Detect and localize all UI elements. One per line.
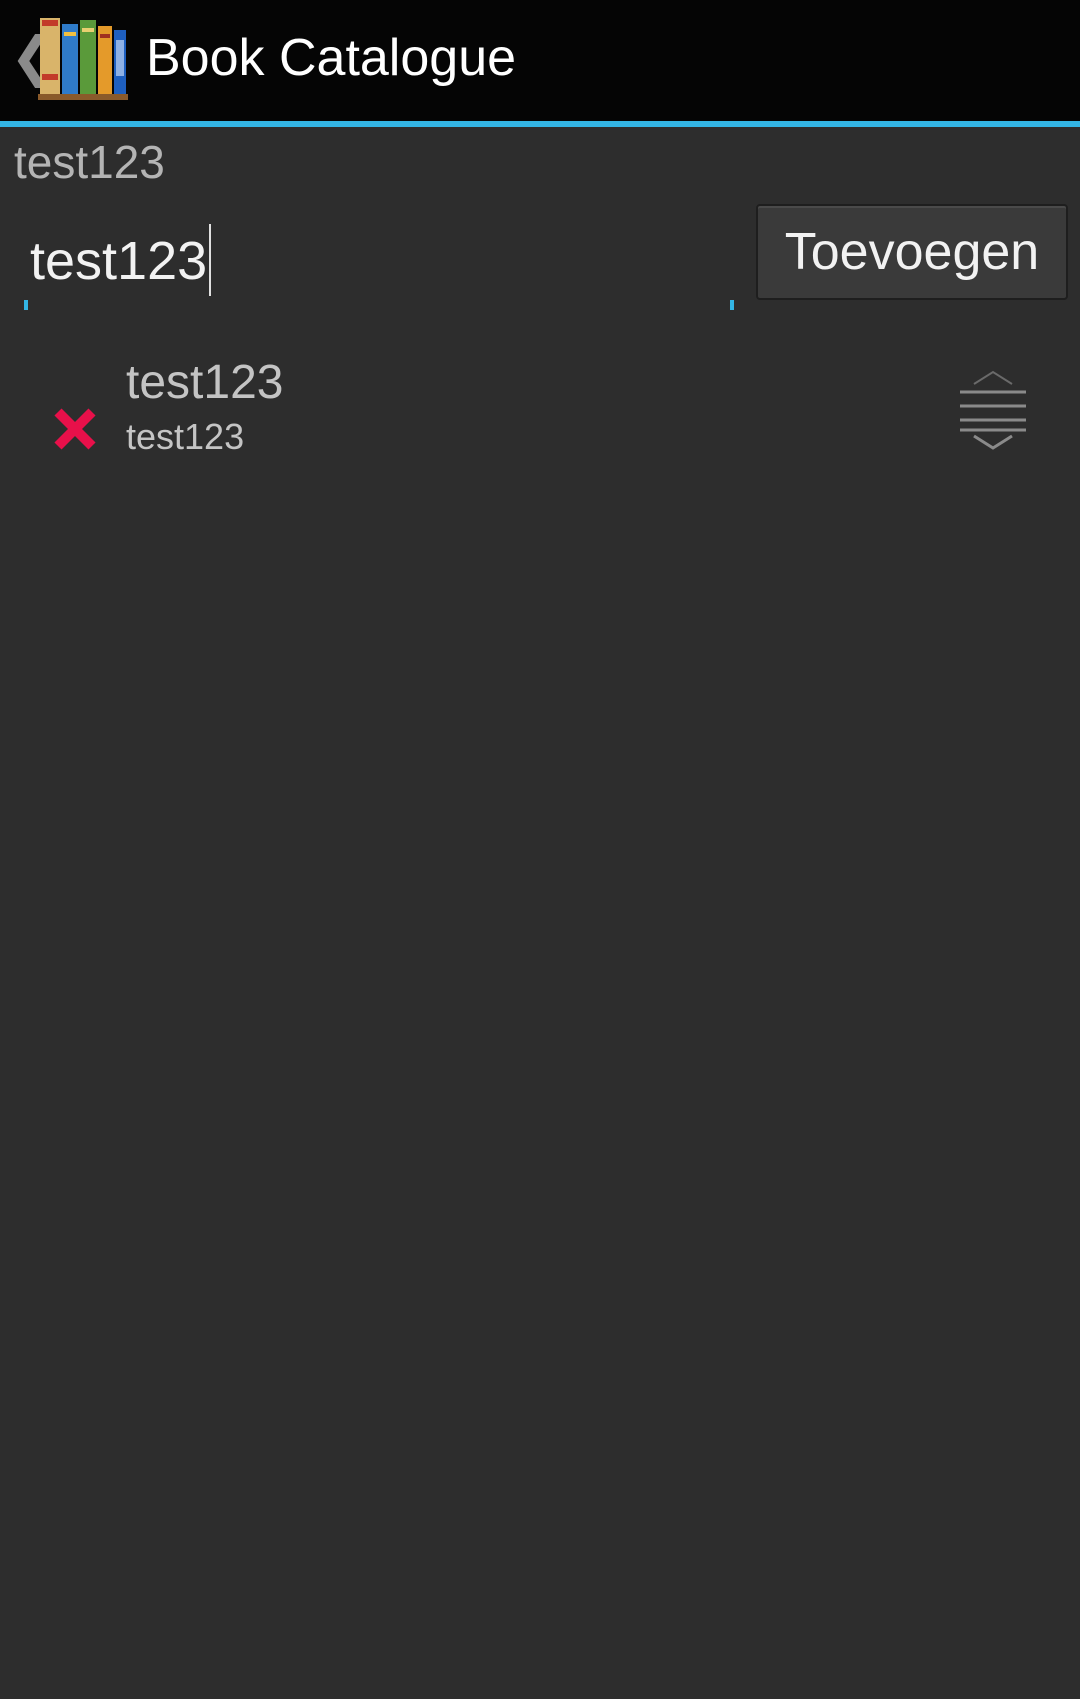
screen: ❮ Book Catalogue test123 test123 Toevoeg… bbox=[0, 0, 1080, 1699]
input-underline-left bbox=[24, 300, 28, 310]
app-title: Book Catalogue bbox=[146, 29, 517, 87]
name-input[interactable]: test123 bbox=[24, 218, 734, 310]
add-button[interactable]: Toevoegen bbox=[756, 204, 1068, 300]
section-label: test123 bbox=[14, 136, 165, 188]
list-item-title: test123 bbox=[126, 356, 284, 409]
drag-handle-icon[interactable] bbox=[956, 370, 1030, 452]
list-item[interactable]: test123 test123 bbox=[0, 340, 1080, 470]
action-bar: ❮ Book Catalogue bbox=[0, 0, 1080, 121]
bookshelf-icon[interactable] bbox=[38, 10, 128, 102]
action-bar-divider bbox=[0, 121, 1080, 127]
text-cursor bbox=[209, 224, 212, 296]
input-underline-right bbox=[730, 300, 734, 310]
delete-x-icon[interactable] bbox=[52, 406, 98, 452]
name-input-value: test123 bbox=[30, 231, 208, 291]
list-item-subtitle: test123 bbox=[126, 416, 245, 457]
up-navigation-button[interactable]: ❮ bbox=[10, 22, 55, 92]
